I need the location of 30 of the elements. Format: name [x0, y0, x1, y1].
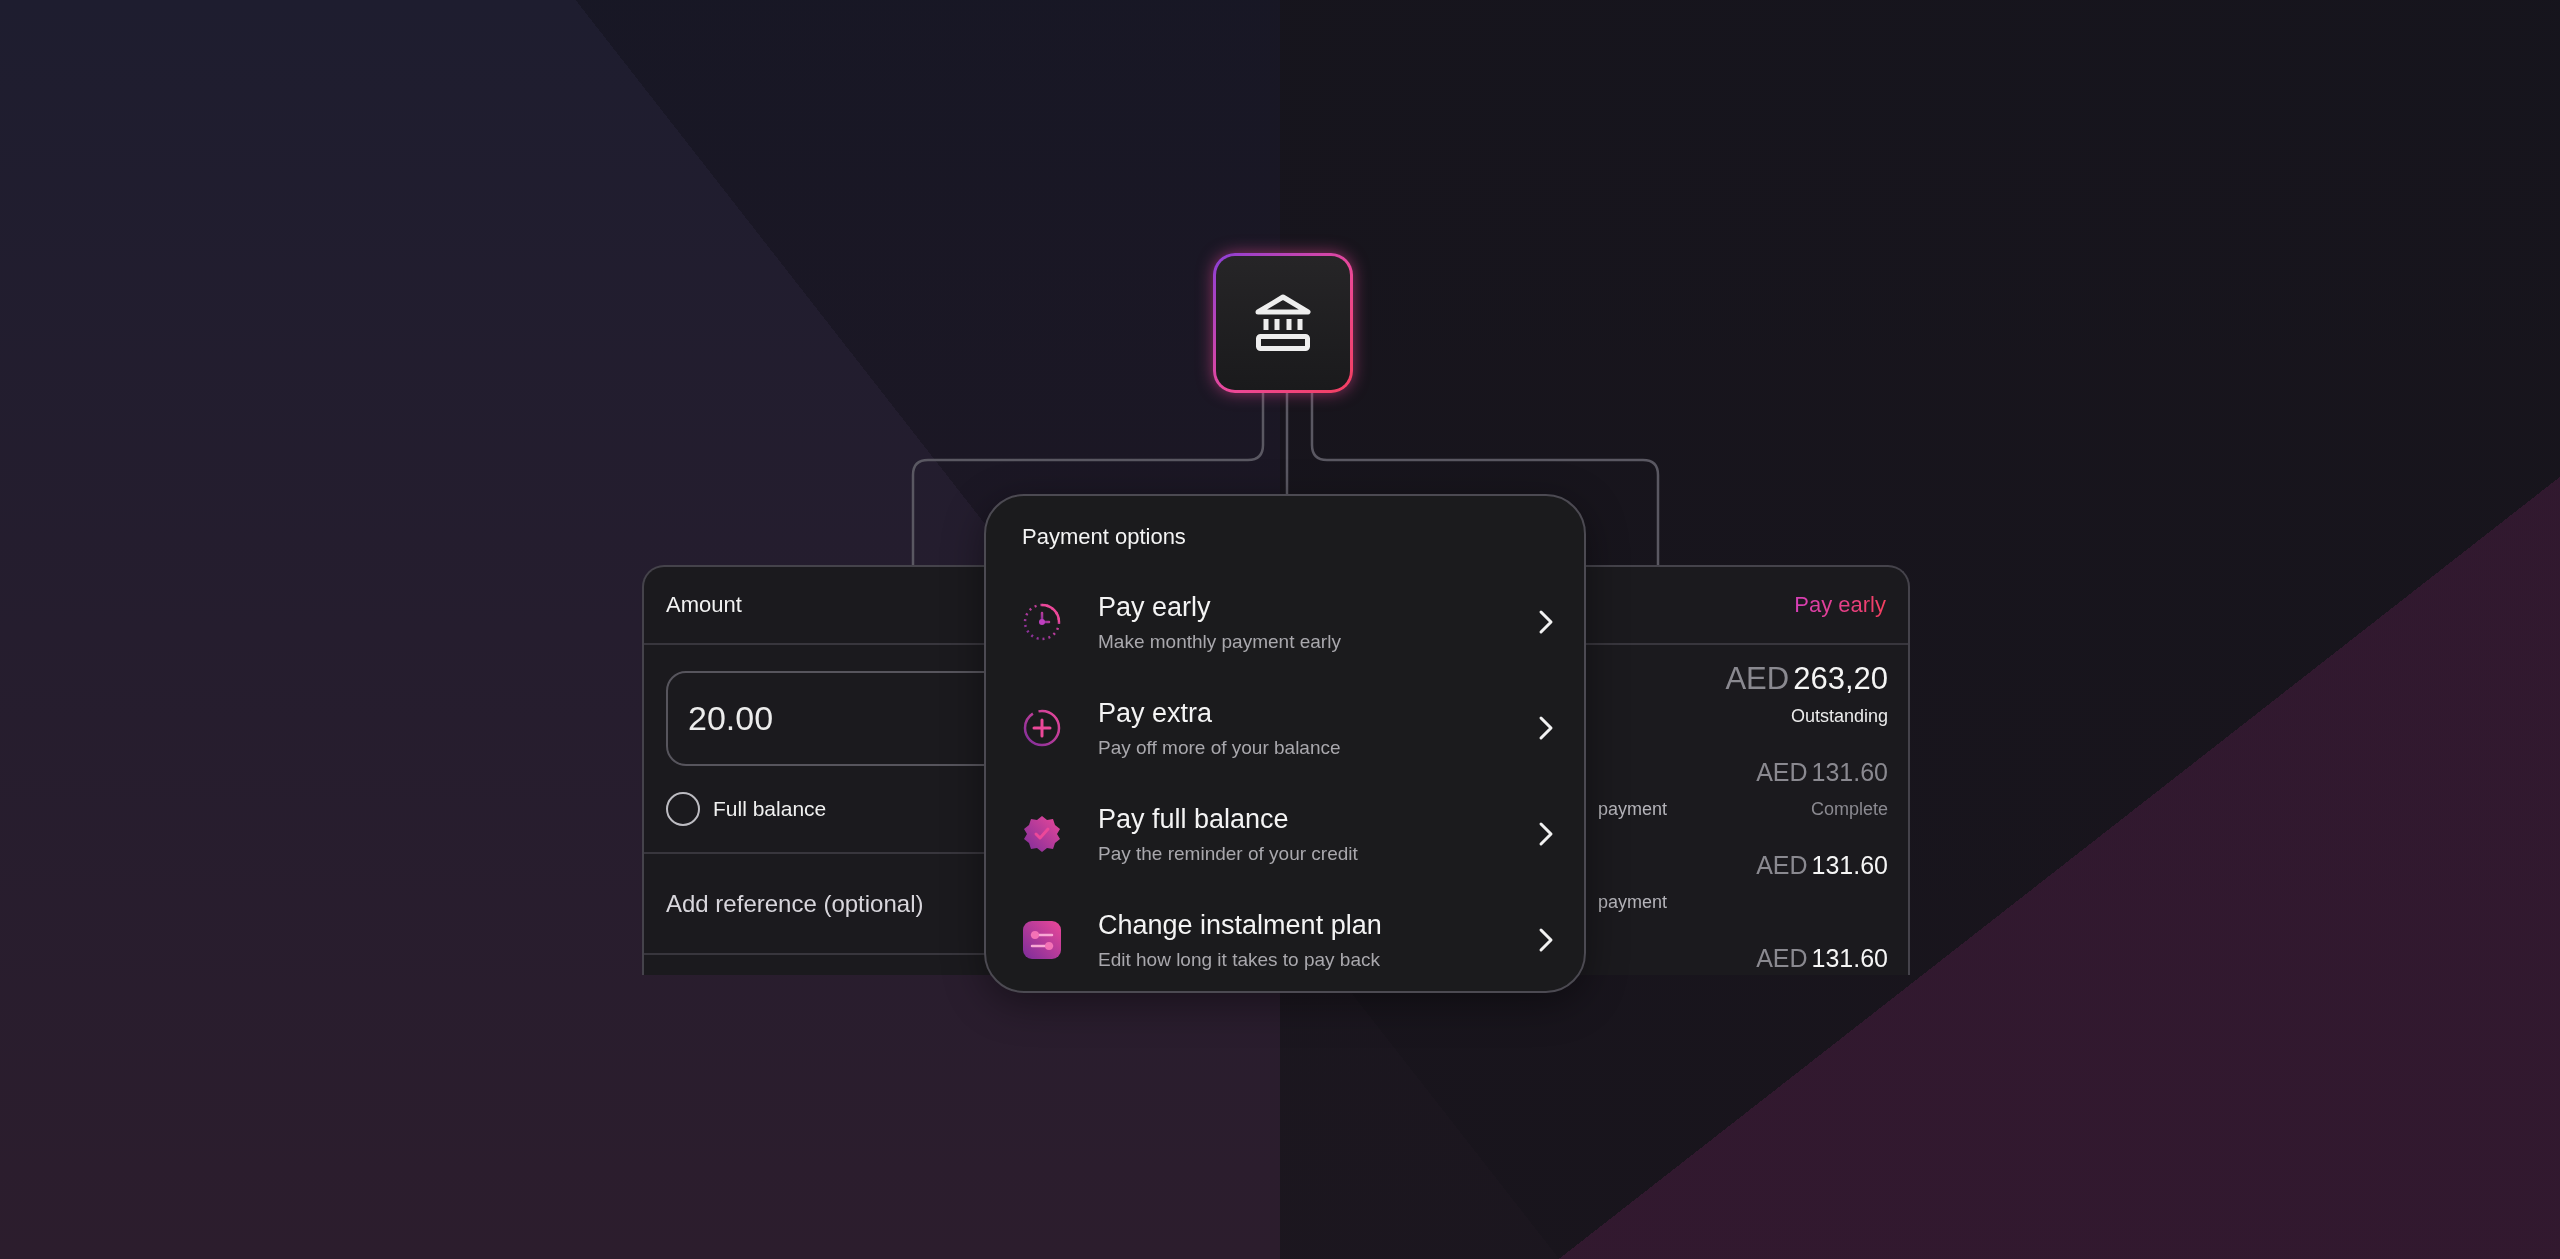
verified-badge-icon — [1022, 814, 1062, 854]
card-title: Payment options — [1022, 524, 1187, 550]
option-title[interactable]: Pay early — [1098, 591, 1502, 623]
option-description: Edit how long it takes to pay back — [1098, 948, 1381, 971]
chevron-right-icon[interactable] — [1538, 927, 1554, 953]
bank-icon — [1255, 294, 1311, 352]
option-title[interactable]: Pay full balance — [1098, 803, 1502, 835]
plus-icon — [1022, 708, 1062, 748]
sliders-icon — [1022, 920, 1062, 960]
status-text: Outstanding — [1790, 705, 1888, 727]
option-description: Pay off more of your balance — [1098, 736, 1342, 759]
clock-icon — [1022, 602, 1062, 642]
card-title: Amount — [666, 592, 742, 618]
row-label: payment — [1597, 891, 1669, 913]
row-label: payment — [1597, 798, 1669, 820]
amount-text: AED263,20 — [1725, 661, 1888, 697]
option-description: Make monthly payment early — [1098, 630, 1342, 653]
full-balance-radio[interactable] — [666, 792, 700, 826]
status-text: Complete — [1810, 798, 1888, 820]
amount-text: AED 131.60 — [1756, 850, 1888, 880]
chevron-right-icon[interactable] — [1538, 715, 1554, 741]
amount-text: AED 131.60 — [1756, 943, 1888, 973]
option-description: Pay the reminder of your credit — [1098, 842, 1359, 865]
reference-field[interactable]: Add reference (optional) — [666, 883, 976, 924]
amount-text: AED 131.60 — [1756, 757, 1888, 787]
chevron-right-icon[interactable] — [1538, 609, 1554, 635]
option-title[interactable]: Change instalment plan — [1098, 909, 1502, 941]
radio-label: Full balance — [713, 797, 827, 821]
option-title[interactable]: Pay extra — [1098, 697, 1502, 729]
chevron-right-icon[interactable] — [1538, 821, 1554, 847]
